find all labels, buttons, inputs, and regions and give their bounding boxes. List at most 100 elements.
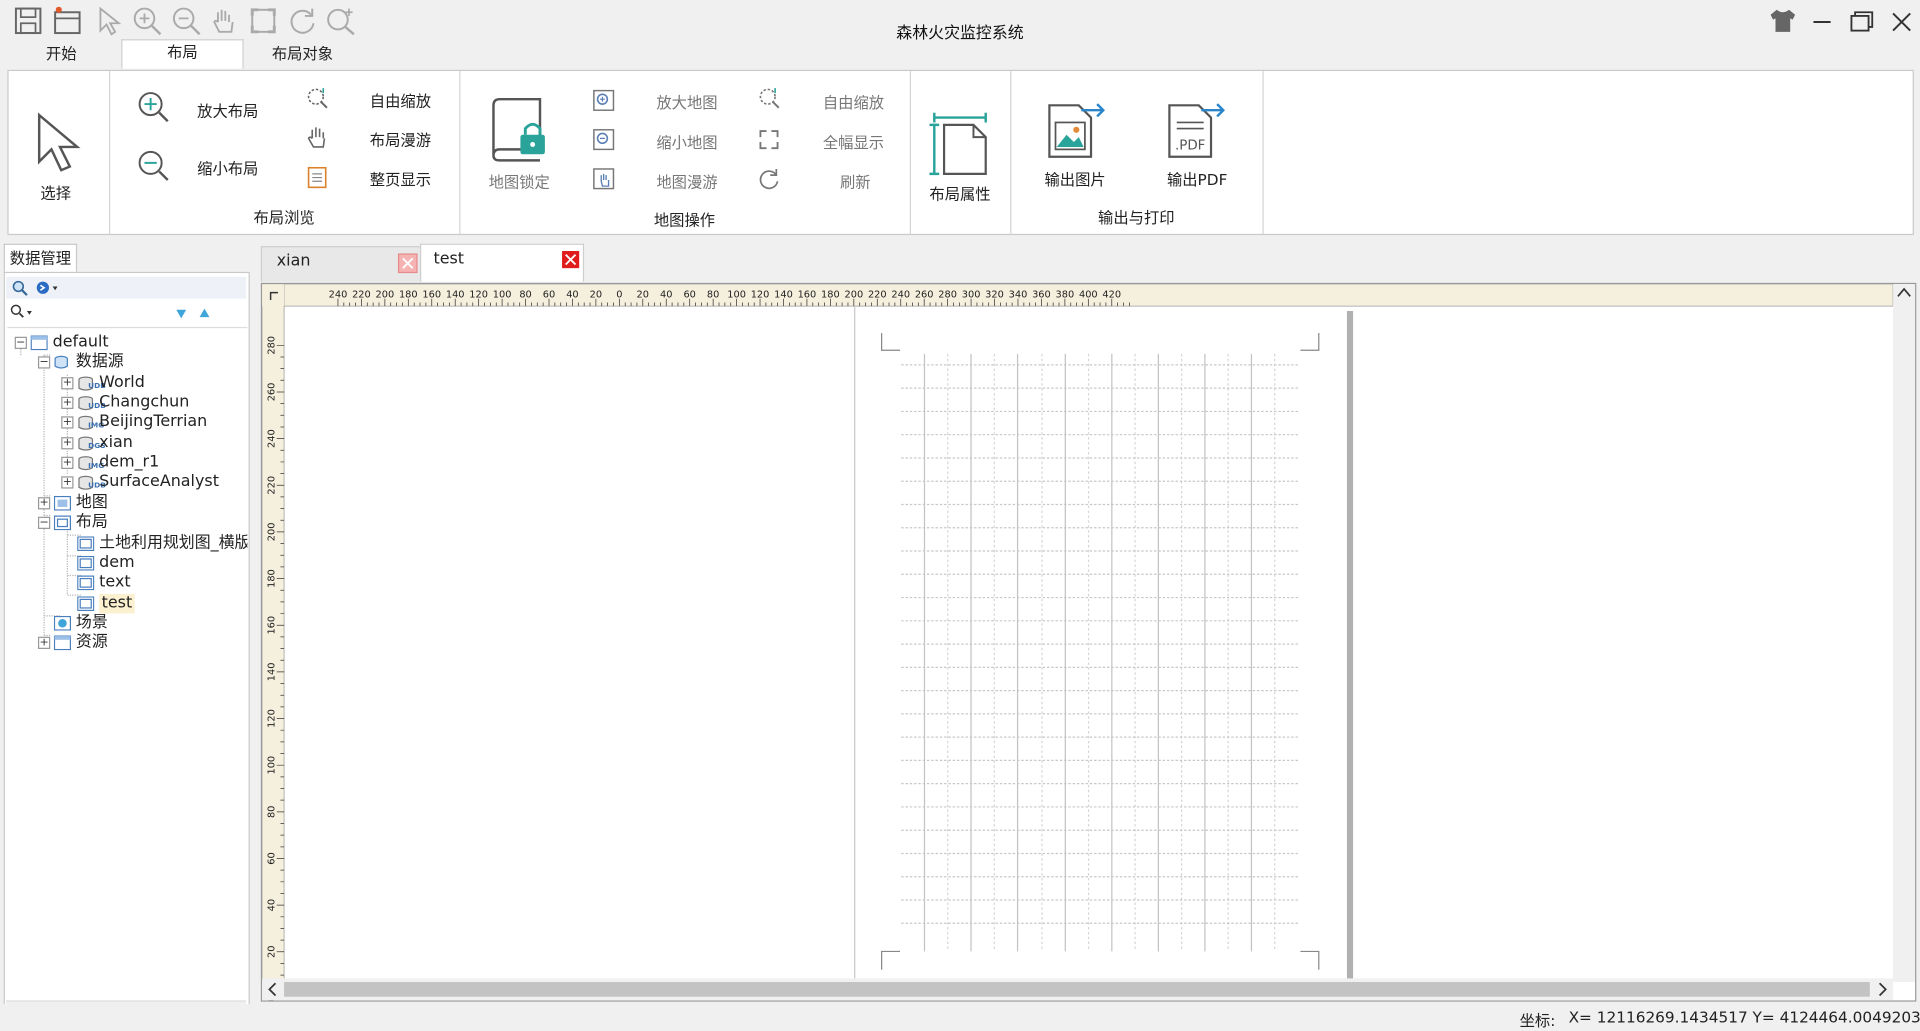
doc-tab-label: test xyxy=(433,249,465,269)
minimize-icon[interactable] xyxy=(1809,10,1836,34)
expand-icon[interactable]: + xyxy=(61,396,74,410)
doc-tab-test[interactable]: test xyxy=(420,243,585,282)
select-button[interactable]: 选择 xyxy=(40,180,71,203)
expand-icon[interactable]: + xyxy=(61,376,74,390)
map-zoom-out-icon[interactable] xyxy=(591,127,615,151)
map-zoom-in-button[interactable]: 放大地图 xyxy=(656,89,717,112)
page-shadow xyxy=(1346,311,1354,980)
tree-node-layout[interactable]: 土地利用规划图_横版 xyxy=(99,533,247,553)
expand-icon[interactable]: + xyxy=(61,436,74,450)
expand-icon[interactable]: + xyxy=(37,637,51,650)
tree-node-datasource[interactable]: World xyxy=(99,373,145,393)
expand-icon[interactable]: + xyxy=(61,476,74,490)
doc-tab-xian[interactable]: xian xyxy=(260,246,423,282)
ribbon-tab-start[interactable]: 开始 xyxy=(24,42,97,66)
tree-node-datasource[interactable]: SurfaceAnalyst xyxy=(99,473,219,493)
map-zoom-out-button[interactable]: 缩小地图 xyxy=(656,130,717,153)
restore-icon[interactable] xyxy=(1847,10,1876,34)
left-ruler-tick-label: 20 xyxy=(266,946,277,958)
zoom-in-layout-icon[interactable] xyxy=(136,89,170,123)
search-icon[interactable] xyxy=(11,279,28,296)
full-page-button[interactable]: 整页显示 xyxy=(370,167,431,190)
zoom-out-layout-button[interactable]: 缩小布局 xyxy=(197,156,258,179)
canvas-v-scrollbar[interactable] xyxy=(1893,284,1916,983)
map-free-zoom-icon[interactable] xyxy=(757,86,781,110)
map-lock-icon[interactable] xyxy=(486,96,550,165)
full-page-icon[interactable] xyxy=(305,165,329,189)
free-zoom-button[interactable]: 自由缩放 xyxy=(370,88,431,111)
tree-node-layout[interactable]: dem xyxy=(99,553,134,573)
tree-node-datasource[interactable]: xian xyxy=(99,433,133,453)
tree-node-datasource[interactable]: Changchun xyxy=(99,393,189,413)
tree-node-layout[interactable]: test xyxy=(99,593,135,613)
data-manager-tab[interactable]: 数据管理 xyxy=(3,243,78,272)
map-free-zoom-button[interactable]: 自由缩放 xyxy=(823,89,884,112)
layout-properties-icon[interactable] xyxy=(929,112,990,177)
map-pan-button[interactable]: 地图漫游 xyxy=(656,169,717,192)
move-up-icon[interactable] xyxy=(197,306,212,321)
left-ruler-tick-label: 280 xyxy=(266,336,277,355)
layoutdoc-icon xyxy=(77,555,95,571)
export-image-icon[interactable] xyxy=(1047,98,1106,162)
export-image-button[interactable]: 输出图片 xyxy=(1044,167,1105,190)
skin-shirt-icon[interactable] xyxy=(1768,7,1797,34)
workspace-icon xyxy=(30,335,48,351)
left-ruler-tick-label: 40 xyxy=(266,899,277,911)
expand-icon[interactable]: + xyxy=(61,456,74,470)
move-down-icon[interactable] xyxy=(174,306,189,321)
layout-canvas[interactable]: 240 220 200 180 160 140 120 100 80 60 40 20 0 20 40 60 8… xyxy=(260,282,1917,1002)
expand-icon[interactable]: + xyxy=(37,496,51,510)
tree-node-scene[interactable]: 场景 xyxy=(76,613,108,633)
select-arrow-icon[interactable] xyxy=(33,110,84,174)
ribbon-group-output: 输出图片 .PDF 输出PDF 输出与打印 xyxy=(1010,71,1264,234)
collapse-icon[interactable]: − xyxy=(37,516,51,530)
collapse-icon[interactable]: − xyxy=(14,336,27,349)
map-pan-icon[interactable] xyxy=(591,167,615,191)
tree-node-resources[interactable]: 资源 xyxy=(76,633,108,653)
zoom-in-layout-button[interactable]: 放大布局 xyxy=(197,98,258,121)
coordinate-label: 坐标: xyxy=(1519,1011,1556,1030)
scene-icon xyxy=(53,615,72,631)
tree-node-layouts[interactable]: 布局 xyxy=(76,513,108,533)
map-refresh-icon[interactable] xyxy=(757,167,781,191)
layout-properties-button[interactable]: 布局属性 xyxy=(929,181,990,204)
ruler-corner xyxy=(262,284,285,307)
map-zoom-in-icon[interactable] xyxy=(591,88,615,112)
left-ruler-tick-label: 60 xyxy=(266,852,277,864)
left-ruler-tick-label: 100 xyxy=(266,756,277,775)
tree-node-layout[interactable]: text xyxy=(99,573,130,593)
ribbon-tab-layout-objects[interactable]: 布局对象 xyxy=(251,42,354,66)
coordinate-readout: X= 12116269.1434517 Y= 4124464.00492034 xyxy=(1568,1007,1920,1027)
tree-node-datasource[interactable]: BeijingTerrian xyxy=(99,413,207,433)
map-refresh-button[interactable]: 刷新 xyxy=(840,169,871,192)
collapse-icon[interactable]: − xyxy=(37,356,51,369)
tree-node-datasource[interactable]: dem_r1 xyxy=(99,453,159,473)
close-tab-icon[interactable] xyxy=(397,253,418,274)
navigate-dropdown-icon[interactable] xyxy=(36,279,60,296)
tree-node-workspace[interactable]: default xyxy=(53,333,109,353)
filter-search-dropdown-icon[interactable] xyxy=(10,304,34,321)
map-lock-button[interactable]: 地图锁定 xyxy=(489,169,550,192)
layout-pan-hand-icon[interactable] xyxy=(305,125,329,149)
tree-node-datasources[interactable]: 数据源 xyxy=(76,353,124,373)
export-pdf-icon[interactable]: .PDF xyxy=(1167,98,1228,162)
layout-canvas-svg: 240 220 200 180 160 140 120 100 80 60 40 20 0 20 40 60 8… xyxy=(262,284,1916,1001)
layoutdoc-icon xyxy=(77,575,95,591)
workspace-tree: − default − 数据源 + UDB World + UDB Changchun + IMG Be… xyxy=(7,326,248,989)
map-full-extent-icon[interactable] xyxy=(757,127,781,151)
left-ruler-tick-label: 240 xyxy=(266,429,277,448)
map-full-extent-button[interactable]: 全幅显示 xyxy=(823,130,884,153)
canvas-h-scrollbar-thumb[interactable] xyxy=(284,982,1870,997)
close-tab-icon[interactable] xyxy=(562,251,580,269)
layout-icon xyxy=(53,515,72,531)
left-ruler-tick-label: 120 xyxy=(266,709,277,728)
tree-node-maps[interactable]: 地图 xyxy=(76,493,108,513)
export-pdf-button[interactable]: 输出PDF xyxy=(1167,167,1227,190)
close-icon[interactable] xyxy=(1888,10,1915,34)
expand-icon[interactable]: + xyxy=(61,416,74,430)
left-ruler-tick-label: 200 xyxy=(266,523,277,542)
layout-pan-button[interactable]: 布局漫游 xyxy=(370,127,431,150)
free-zoom-icon[interactable] xyxy=(305,86,329,110)
zoom-out-layout-icon[interactable] xyxy=(136,148,170,182)
ribbon-tab-layout[interactable]: 布局 xyxy=(121,39,244,69)
